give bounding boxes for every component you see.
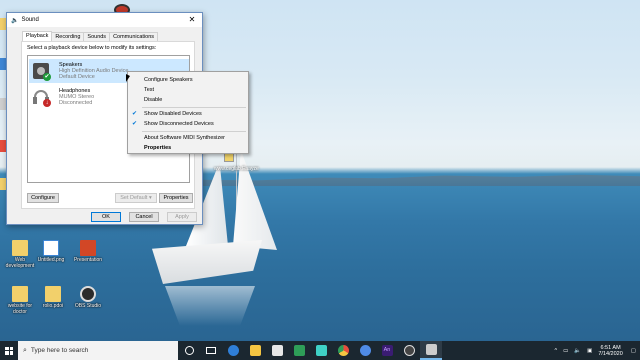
clock-time: 6:51 AM xyxy=(600,344,621,351)
start-button[interactable] xyxy=(0,341,18,360)
speaker-icon: 🔈 xyxy=(11,17,19,24)
menu-item-test[interactable]: Test xyxy=(128,85,248,95)
menu-item-label: Properties xyxy=(144,145,172,151)
context-menu: Configure Speakers Test Disable ✔ Show D… xyxy=(127,71,249,154)
network-icon[interactable]: ▭ xyxy=(563,348,568,354)
cancel-button[interactable]: Cancel xyxy=(129,212,159,222)
wallpaper-sail-main xyxy=(233,150,277,250)
chrome-alt-icon[interactable] xyxy=(354,341,376,360)
menu-item-show-disconnected-devices[interactable]: ✔ Show Disconnected Devices xyxy=(128,119,248,129)
notification-icon[interactable]: ▣ xyxy=(587,348,592,354)
desktop-watermark-text: www.ceglab.Eaayze xyxy=(214,166,259,172)
dialog-title: Sound xyxy=(21,17,39,23)
desktop-icon-label: Presentation xyxy=(73,257,103,263)
wallpaper-hills xyxy=(150,174,640,186)
device-status: Default Device xyxy=(59,74,95,80)
configure-button[interactable]: Configure xyxy=(27,193,59,203)
menu-item-configure-speakers[interactable]: Configure Speakers xyxy=(128,75,248,85)
menu-item-label: About Software MIDI Synthesizer xyxy=(144,135,226,141)
desktop-icon-rolio-pdoi[interactable]: rolio.pdoi xyxy=(35,286,71,309)
menu-separator xyxy=(142,131,246,132)
menu-item-label: Disable xyxy=(144,97,163,103)
edge-browser-icon[interactable] xyxy=(222,341,244,360)
action-center-icon[interactable]: ▢ xyxy=(631,348,636,354)
taskbar: ⌕ Type here to search An ^ ▭ 🔈 ▣ 6:51 AM… xyxy=(0,341,640,360)
clock-date: 7/14/2020 xyxy=(598,350,623,357)
presentation-file-icon xyxy=(80,240,96,256)
file-explorer-icon[interactable] xyxy=(244,341,266,360)
tab-playback[interactable]: Playback xyxy=(22,31,53,41)
task-view-icon[interactable] xyxy=(200,341,222,360)
menu-item-label: Test xyxy=(144,87,155,93)
disconnected-icon: ↓ xyxy=(43,99,51,107)
properties-button[interactable]: Properties xyxy=(159,193,193,203)
mouse-cursor-icon xyxy=(126,74,130,82)
search-icon: ⌕ xyxy=(23,346,27,354)
sound-taskbar-icon[interactable] xyxy=(420,341,442,360)
desktop-icon-label: Untitled.png xyxy=(37,257,65,263)
menu-item-label: Show Disconnected Devices xyxy=(144,121,214,127)
windows-logo-icon xyxy=(5,346,13,355)
close-icon[interactable]: ✕ xyxy=(182,13,202,27)
tray-chevron-icon[interactable]: ^ xyxy=(554,348,557,354)
filmora-icon[interactable] xyxy=(310,341,332,360)
chrome-icon[interactable] xyxy=(332,341,354,360)
menu-item-about-midi[interactable]: About Software MIDI Synthesizer xyxy=(128,133,248,143)
menu-item-show-disabled-devices[interactable]: ✔ Show Disabled Devices xyxy=(128,109,248,119)
checkmark-icon: ✔ xyxy=(132,111,138,117)
desktop-icon-website-for-doctor[interactable]: website for doctor xyxy=(2,286,38,315)
menu-item-disable[interactable]: Disable xyxy=(128,95,248,105)
dialog-titlebar[interactable]: 🔈 Sound ✕ xyxy=(7,13,202,27)
image-file-icon xyxy=(43,240,59,256)
headphones-icon: ↓ xyxy=(33,89,51,107)
taskbar-clock[interactable]: 6:51 AM 7/14/2020 xyxy=(598,345,622,357)
folder-icon xyxy=(45,286,61,302)
device-status: Disconnected xyxy=(59,100,93,106)
instruction-text: Select a playback device below to modify… xyxy=(27,45,157,51)
desktop-icon-label: rolio.pdoi xyxy=(42,303,64,309)
store-icon[interactable] xyxy=(266,341,288,360)
desktop-icon-obs-studio[interactable]: OBS Studio xyxy=(70,286,106,309)
default-check-icon: ✔ xyxy=(43,73,51,81)
checkmark-icon: ✔ xyxy=(132,121,138,127)
apply-button[interactable]: Apply xyxy=(167,212,197,222)
ok-button[interactable]: OK xyxy=(91,212,121,222)
menu-item-properties[interactable]: Properties xyxy=(128,143,248,153)
obs-taskbar-icon[interactable] xyxy=(398,341,420,360)
wallpaper-boat-hull xyxy=(152,240,262,284)
search-placeholder: Type here to search xyxy=(30,347,89,354)
system-tray: ^ ▭ 🔈 ▣ 6:51 AM 7/14/2020 ▢ xyxy=(554,341,640,360)
wallpaper-reflection xyxy=(165,286,255,326)
folder-icon xyxy=(12,286,28,302)
desktop-icon-label: OBS Studio xyxy=(74,303,102,309)
set-default-label: Set Default xyxy=(120,195,148,201)
folder-icon xyxy=(12,240,28,256)
desktop-icon-untitled-png[interactable]: Untitled.png xyxy=(33,240,69,263)
desktop-icon-presentation[interactable]: Presentation xyxy=(70,240,106,263)
volume-icon[interactable]: 🔈 xyxy=(574,348,581,354)
camtasia-icon[interactable] xyxy=(288,341,310,360)
obs-icon xyxy=(80,286,96,302)
menu-item-label: Configure Speakers xyxy=(144,77,193,83)
set-default-button[interactable]: Set Default ▾ xyxy=(115,193,157,203)
animate-icon[interactable]: An xyxy=(376,341,398,360)
taskbar-search-box[interactable]: ⌕ Type here to search xyxy=(18,341,178,360)
cortana-icon[interactable] xyxy=(178,341,200,360)
menu-separator xyxy=(142,107,246,108)
menu-item-label: Show Disabled Devices xyxy=(144,111,202,117)
desktop-icon-label: website for doctor xyxy=(7,303,33,315)
chevron-down-icon: ▾ xyxy=(148,195,152,201)
speaker-device-icon: ✔ xyxy=(33,63,51,81)
